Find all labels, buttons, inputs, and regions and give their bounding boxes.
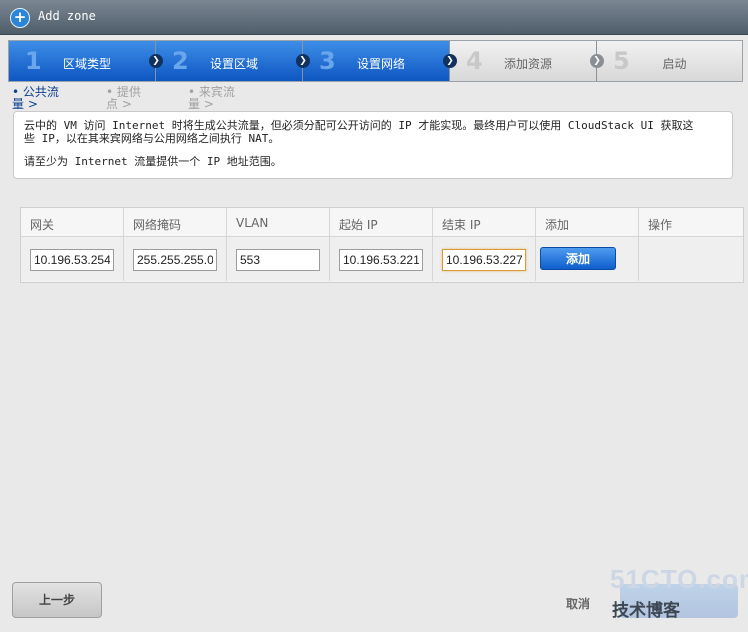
watermark: 51CTO.com 技术博客 <box>610 564 748 626</box>
table-cell <box>639 237 743 281</box>
step-setup-zone[interactable]: 2 设置区域 ❯ <box>156 41 310 81</box>
plus-icon: + <box>10 8 30 28</box>
ip-range-table: 网关 网络掩码 VLAN 起始 IP 结束 IP 添加 操作 添加 <box>20 207 744 283</box>
table-cell <box>227 237 330 281</box>
column-header-add: 添加 <box>536 208 639 237</box>
column-header-vlan: VLAN <box>227 208 330 237</box>
step-add-resources[interactable]: 4 添加资源 ❯ <box>450 41 604 81</box>
window-title: Add zone <box>38 9 96 23</box>
step-zone-type[interactable]: 1 区域类型 ❯ <box>9 41 163 81</box>
vlan-input[interactable] <box>236 249 320 271</box>
chevron-right-icon: ❯ <box>296 54 310 68</box>
gateway-input[interactable] <box>30 249 114 271</box>
end-ip-input[interactable] <box>442 249 526 271</box>
step-label: 设置区域 <box>209 57 258 71</box>
step-label: 启动 <box>662 57 687 71</box>
step-label: 区域类型 <box>62 57 111 71</box>
subtab-guest-traffic[interactable]: • 来宾流 量 > <box>188 86 235 110</box>
add-button[interactable]: 添加 <box>540 247 616 270</box>
column-header-actions: 操作 <box>639 208 743 237</box>
step-label: 设置网络 <box>356 57 405 71</box>
netmask-input[interactable] <box>133 249 217 271</box>
column-header-netmask: 网络掩码 <box>124 208 227 237</box>
cancel-button[interactable]: 取消 <box>566 595 590 612</box>
window-title-bar: + Add zone <box>0 0 748 35</box>
info-text: 请至少为 Internet 流量提供一个 IP 地址范围。 <box>24 155 282 168</box>
subtab-public-traffic[interactable]: • 公共流 量 > <box>12 86 59 110</box>
column-header-start-ip: 起始 IP <box>330 208 433 237</box>
step-label: 添加资源 <box>503 57 552 71</box>
column-header-gateway: 网关 <box>21 208 124 237</box>
table-cell <box>21 237 124 281</box>
chevron-right-icon: ❯ <box>149 54 163 68</box>
previous-button[interactable]: 上一步 <box>12 582 102 618</box>
watermark-text: 51CTO.com <box>610 564 748 594</box>
subtab-label: 点 > <box>106 97 132 111</box>
step-launch[interactable]: 5 启动 <box>597 41 742 81</box>
info-text: 云中的 VM 访问 Internet 时将生成公共流量，但必须分配可公开访问的 … <box>24 119 694 132</box>
table-cell <box>330 237 433 281</box>
table-cell: 添加 <box>536 237 639 281</box>
chevron-right-icon: ❯ <box>590 54 604 68</box>
subtab-pod[interactable]: • 提供 点 > <box>106 86 141 110</box>
wizard-steps: 1 区域类型 ❯ 2 设置区域 ❯ 3 设置网络 ❯ 4 添加资源 ❯ 5 启动 <box>8 40 743 82</box>
start-ip-input[interactable] <box>339 249 423 271</box>
step-setup-network[interactable]: 3 设置网络 ❯ <box>303 41 457 81</box>
table-cell <box>433 237 536 281</box>
info-box: 云中的 VM 访问 Internet 时将生成公共流量，但必须分配可公开访问的 … <box>13 111 733 179</box>
chevron-right-icon: ❯ <box>443 54 457 68</box>
info-text: 些 IP，以在其来宾网络与公用网络之间执行 NAT。 <box>24 132 280 145</box>
watermark-text: 技术博客 <box>612 601 680 621</box>
column-header-end-ip: 结束 IP <box>433 208 536 237</box>
subtab-label: 量 > <box>188 97 214 111</box>
subtab-label: 量 > <box>12 97 38 111</box>
table-cell <box>124 237 227 281</box>
